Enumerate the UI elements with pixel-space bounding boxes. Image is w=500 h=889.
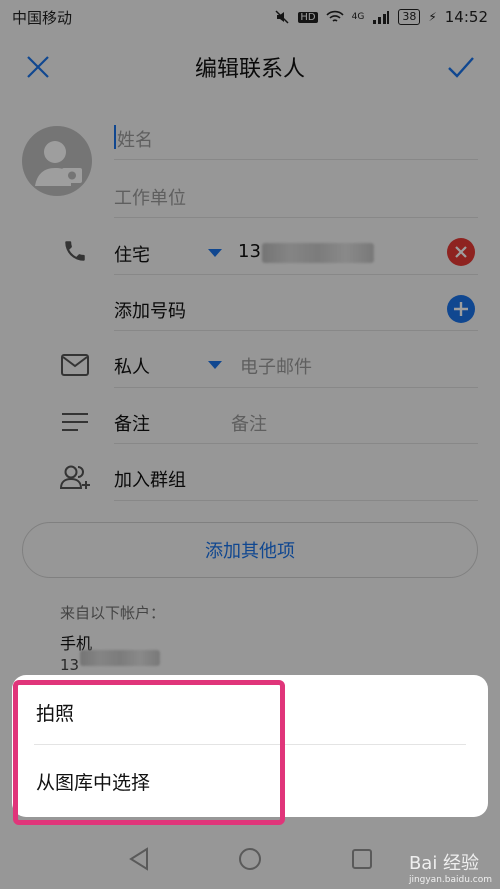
home-icon[interactable]	[238, 847, 262, 871]
navigation-bar: Bai 经验 jingyan.baidu.com	[0, 830, 500, 889]
watermark-text: Bai 经验	[408, 853, 480, 874]
annotation-highlight-box	[13, 680, 285, 825]
back-icon[interactable]	[128, 847, 150, 871]
watermark-url: jingyan.baidu.com	[408, 875, 492, 885]
baidu-watermark: Bai 经验 jingyan.baidu.com	[409, 849, 492, 885]
recents-icon[interactable]	[351, 848, 373, 870]
